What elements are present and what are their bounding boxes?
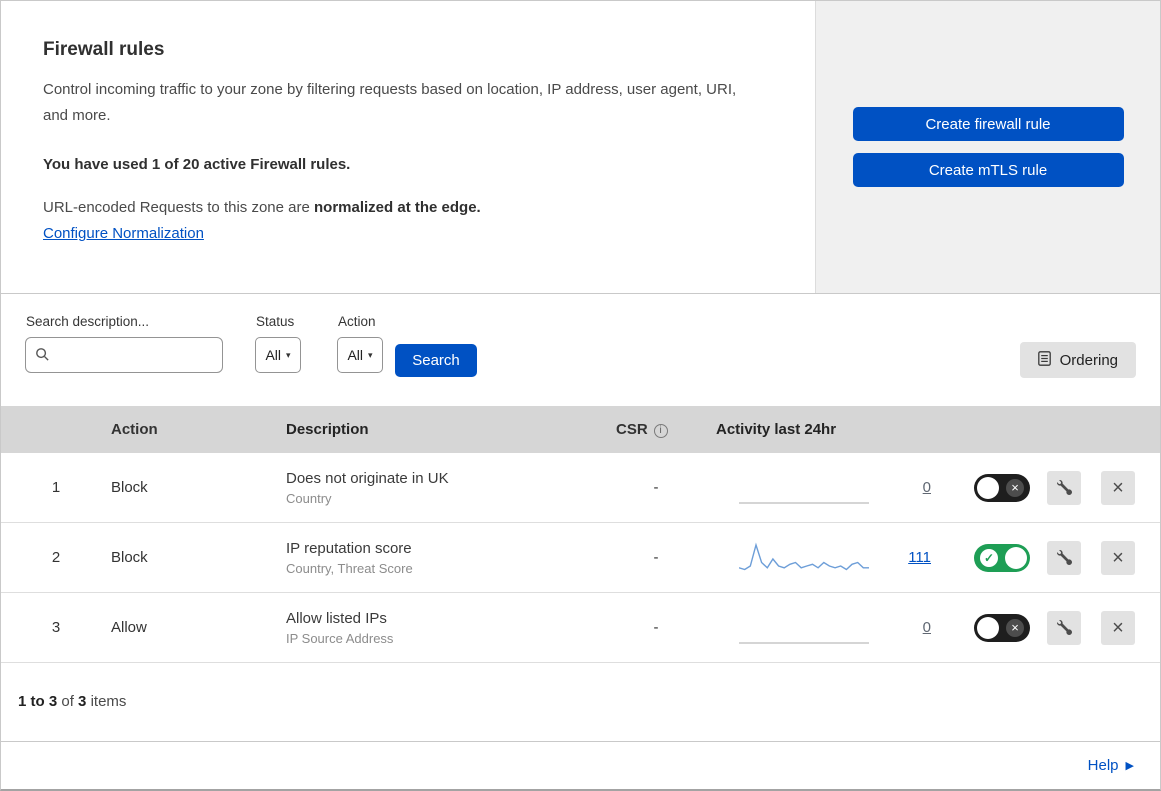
search-icon: [35, 347, 50, 367]
help-bar: Help ▶: [1, 741, 1160, 789]
pagination-summary: 1 to 3 of 3 items: [18, 693, 127, 710]
activity-count-link[interactable]: 0: [923, 619, 931, 636]
search-button[interactable]: Search: [395, 344, 477, 377]
arrow-right-icon: ▶: [1125, 760, 1134, 772]
normalization-note: URL-encoded Requests to this zone are no…: [43, 198, 481, 216]
table-row: 2 Block IP reputation score Country, Thr…: [1, 523, 1160, 593]
create-mtls-rule-button[interactable]: Create mTLS rule: [852, 153, 1124, 187]
list-document-icon: [1037, 350, 1051, 370]
edit-rule-button[interactable]: [1047, 610, 1081, 645]
edit-rule-button[interactable]: [1047, 470, 1081, 505]
rule-enabled-toggle[interactable]: ✓ ×: [974, 613, 1030, 642]
toggle-knob: [977, 616, 999, 639]
rule-activity-cell: 0: [706, 470, 931, 506]
rule-activity-cell: 0: [706, 610, 931, 646]
table-header-row: Action Description CSR i Activity last 24…: [1, 406, 1160, 453]
activity-sparkline: [739, 610, 871, 646]
delete-rule-button[interactable]: ×: [1101, 470, 1135, 505]
rule-csr-value: -: [653, 479, 659, 496]
activity-sparkline: [739, 470, 871, 506]
rule-priority: 1: [51, 479, 61, 496]
search-label: Search description...: [26, 314, 150, 329]
help-link[interactable]: Help ▶: [1088, 757, 1134, 774]
header-text-panel: Firewall rules Control incoming traffic …: [1, 1, 815, 293]
action-filter-group: Action All ▾: [337, 308, 383, 373]
create-firewall-rule-button[interactable]: Create firewall rule: [852, 107, 1124, 141]
rule-csr-value: -: [653, 619, 659, 636]
delete-rule-button[interactable]: ×: [1101, 610, 1135, 645]
page-description: Control incoming traffic to your zone by…: [43, 81, 737, 125]
page-title: Firewall rules: [43, 39, 165, 60]
table-row: 1 Block Does not originate in UK Country…: [1, 453, 1160, 523]
rule-description: Does not originate in UK: [286, 469, 449, 487]
activity-count-link[interactable]: 111: [908, 549, 931, 566]
action-label: Action: [338, 314, 376, 329]
rule-action: Block: [111, 549, 148, 566]
rule-description-cell: IP reputation score Country, Threat Scor…: [286, 540, 606, 576]
status-filter-group: Status All ▾: [255, 308, 301, 373]
status-label: Status: [256, 314, 295, 329]
rule-controls: ✓ × ×: [974, 540, 1160, 575]
rule-csr-value: -: [653, 549, 659, 566]
info-icon[interactable]: i: [653, 424, 668, 438]
x-icon: ×: [1006, 478, 1024, 497]
header-actions-panel: Create firewall rule Create mTLS rule: [815, 1, 1160, 293]
rule-description-cell: Allow listed IPs IP Source Address: [286, 610, 606, 646]
rule-enabled-toggle[interactable]: ✓ ×: [974, 473, 1030, 502]
toggle-knob: [1005, 546, 1027, 569]
close-icon: ×: [1112, 616, 1124, 639]
rule-controls: ✓ × ×: [974, 610, 1160, 645]
search-group: Search description...: [25, 308, 223, 373]
filter-toolbar: Search description... Status All ▾ Actio…: [1, 294, 1160, 406]
column-header-action: Action: [111, 421, 158, 438]
status-dropdown[interactable]: All ▾: [255, 337, 301, 373]
wrench-icon: [1056, 550, 1072, 565]
rule-priority: 2: [51, 549, 61, 566]
chevron-down-icon: ▾: [286, 349, 291, 360]
rule-criteria: Country: [286, 490, 332, 506]
delete-rule-button[interactable]: ×: [1101, 540, 1135, 575]
rule-action: Block: [111, 479, 148, 496]
rule-enabled-toggle[interactable]: ✓ ×: [974, 543, 1030, 572]
rule-controls: ✓ × ×: [974, 470, 1160, 505]
usage-summary: You have used 1 of 20 active Firewall ru…: [43, 155, 351, 173]
firewall-rules-page: Firewall rules Control incoming traffic …: [0, 0, 1161, 791]
rule-description-cell: Does not originate in UK Country: [286, 470, 606, 506]
rule-criteria: Country, Threat Score: [286, 560, 413, 576]
rule-action: Allow: [111, 619, 147, 636]
column-header-csr: CSR i: [606, 421, 706, 438]
rule-description: IP reputation score: [286, 539, 412, 557]
ordering-button[interactable]: Ordering: [1019, 342, 1136, 378]
close-icon: ×: [1112, 546, 1124, 569]
rule-criteria: IP Source Address: [286, 630, 394, 646]
search-input[interactable]: [25, 337, 223, 373]
chevron-down-icon: ▾: [368, 349, 373, 360]
activity-count-link[interactable]: 0: [923, 479, 931, 496]
configure-normalization-link[interactable]: Configure Normalization: [43, 225, 204, 242]
page-header: Firewall rules Control incoming traffic …: [1, 1, 1160, 294]
rule-description: Allow listed IPs: [286, 609, 387, 627]
wrench-icon: [1056, 620, 1072, 635]
activity-sparkline: [739, 540, 871, 576]
wrench-icon: [1056, 480, 1072, 495]
column-header-activity: Activity last 24hr: [716, 421, 837, 438]
action-dropdown[interactable]: All ▾: [337, 337, 383, 373]
edit-rule-button[interactable]: [1047, 540, 1081, 575]
toggle-knob: [977, 476, 999, 499]
table-row: 3 Allow Allow listed IPs IP Source Addre…: [1, 593, 1160, 663]
column-header-description: Description: [286, 421, 369, 438]
close-icon: ×: [1112, 476, 1124, 499]
x-icon: ×: [1006, 618, 1024, 637]
check-icon: ✓: [980, 548, 998, 567]
rule-activity-cell: 111: [706, 540, 931, 576]
rule-priority: 3: [51, 619, 61, 636]
